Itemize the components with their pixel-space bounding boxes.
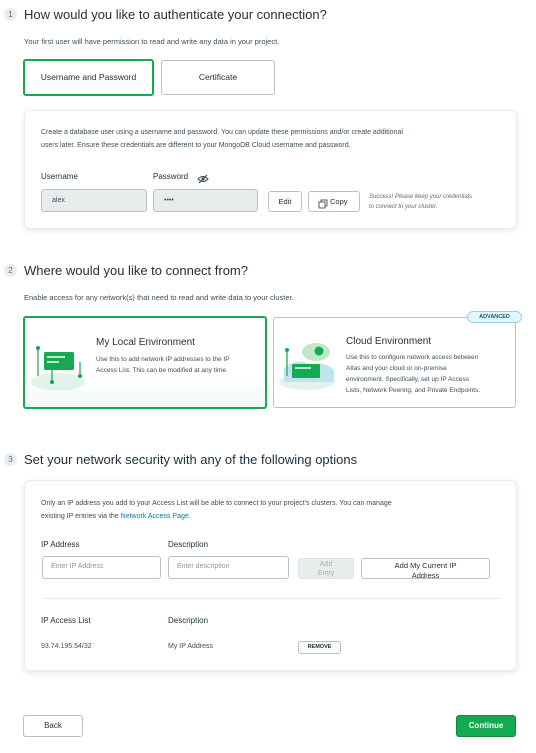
local-environment-desc-line-2: Access List. This can be modified at any…	[96, 367, 228, 374]
username-field[interactable]: alex	[41, 189, 147, 212]
ip-address-input[interactable]: Enter IP Address	[42, 556, 161, 579]
cloud-environment-desc-line-4: Lists, Network Peering, and Private Endp…	[346, 387, 481, 394]
local-environment-title: My Local Environment	[96, 337, 195, 348]
divider	[42, 598, 500, 599]
local-environment-card[interactable]: My Local Environment Use this to add net…	[23, 316, 267, 409]
back-button[interactable]: Back	[23, 715, 83, 737]
add-entry-label-line-1: Add	[319, 561, 333, 568]
add-my-ip-label-line-1: Add My Current IP	[394, 561, 457, 570]
step-2-title: Where would you like to connect from?	[24, 263, 248, 278]
ip-access-list-ip: 93.74.195.54/32	[41, 643, 92, 650]
cloud-environment-desc-line-1: Use this to configure network access bet…	[346, 354, 479, 361]
cloud-environment-desc-line-2: Atlas and your cloud or on-premise	[346, 365, 447, 372]
network-description-line-1: Only an IP address you add to your Acces…	[41, 500, 392, 507]
add-my-ip-label-line-2: Address	[411, 571, 440, 579]
success-message-line-1: Success! Please keep your credentials	[369, 194, 473, 200]
local-environment-desc-line-1: Use this to add network IP addresses to …	[96, 356, 230, 363]
network-description-line-2: existing IP entries via the Network Acce…	[41, 513, 191, 520]
copy-button[interactable]: Copy	[308, 191, 360, 212]
advanced-badge: ADVANCED	[467, 311, 522, 323]
network-description-prefix: existing IP entries via the	[41, 513, 119, 520]
add-my-current-ip-button[interactable]: Add My Current IP Address	[361, 558, 490, 579]
ip-address-label: IP Address	[41, 540, 80, 549]
cloud-environment-icon	[278, 338, 336, 390]
step-number-1: 1	[4, 8, 17, 21]
ip-access-list-description: My IP Address	[168, 643, 214, 650]
step-1-description: Your first user will have permission to …	[24, 37, 280, 46]
copy-icon	[318, 197, 328, 209]
step-3-title: Set your network security with any of th…	[24, 452, 358, 467]
credentials-panel: Create a database user using a username …	[24, 110, 517, 229]
add-entry-label-line-2: Entry	[317, 570, 335, 577]
cloud-environment-card[interactable]: Cloud Environment Use this to configure …	[273, 317, 516, 408]
copy-label: Copy	[330, 197, 348, 206]
step-number-2: 2	[4, 264, 17, 277]
description-label: Description	[168, 540, 209, 549]
step-1-title: How would you like to authenticate your …	[24, 7, 327, 22]
ip-access-list-header: IP Access List	[41, 616, 91, 625]
description-input[interactable]: Enter description	[168, 556, 289, 579]
edit-button[interactable]: Edit	[268, 191, 302, 212]
network-description-suffix: .	[188, 513, 191, 520]
eye-slash-icon[interactable]	[197, 171, 209, 184]
password-field[interactable]: ••••	[153, 189, 258, 212]
tab-username-and-password[interactable]: Username and Password	[23, 59, 154, 96]
local-environment-icon	[30, 342, 86, 391]
cloud-environment-title: Cloud Environment	[346, 336, 432, 347]
continue-button[interactable]: Continue	[456, 715, 516, 737]
success-message-line-2: to connect to your cluster.	[369, 204, 438, 210]
credentials-description-line-1: Create a database user using a username …	[41, 129, 403, 136]
credentials-description-line-2: users later. Ensure these credentials ar…	[41, 142, 351, 149]
tab-certificate[interactable]: Certificate	[161, 60, 275, 95]
table-row: 93.74.195.54/32 My IP Address REMOVE	[41, 641, 501, 655]
username-label: Username	[41, 172, 78, 181]
step-number-3: 3	[4, 453, 17, 466]
add-entry-button[interactable]: Add Entry	[298, 558, 354, 579]
network-access-page-link[interactable]: Network Access Page	[121, 513, 189, 520]
network-security-panel: Only an IP address you add to your Acces…	[24, 480, 517, 671]
remove-button[interactable]: REMOVE	[298, 641, 341, 654]
step-2-description: Enable access for any network(s) that ne…	[24, 293, 294, 302]
password-label: Password	[153, 172, 189, 181]
cloud-environment-desc-line-3: environment. Specifically, set up IP Acc…	[346, 376, 469, 383]
ip-access-list-description-header: Description	[168, 616, 209, 625]
